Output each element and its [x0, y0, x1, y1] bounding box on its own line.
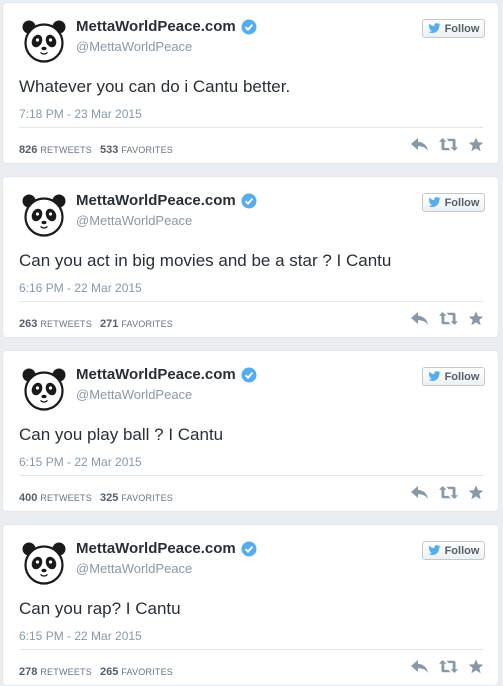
- retweet-count: 826: [19, 144, 38, 156]
- author-name-row: MettaWorldPeace.com: [76, 366, 257, 383]
- tweet-actions: [401, 659, 484, 674]
- favorite-stat[interactable]: 533 FAVORITES: [100, 140, 173, 158]
- favorite-count: 265: [99, 666, 119, 678]
- follow-label: Follow: [444, 196, 480, 209]
- tweet-feed: MettaWorldPeace.com @MettaWorldPeace Fol…: [0, 0, 503, 686]
- author-name[interactable]: MettaWorldPeace.com: [76, 366, 236, 383]
- tweet-actions: [401, 137, 484, 152]
- divider: [19, 127, 483, 128]
- panda-avatar-icon[interactable]: [20, 17, 68, 65]
- follow-button[interactable]: Follow: [422, 367, 485, 386]
- retweet-label: RETWEETS: [40, 493, 92, 503]
- follow-label: Follow: [444, 544, 480, 557]
- twitter-bird-icon: [427, 371, 441, 382]
- favorite-stat[interactable]: 265 FAVORITES: [100, 662, 173, 680]
- favorite-count: 271: [99, 318, 119, 330]
- retweet-label: RETWEETS: [40, 145, 92, 155]
- twitter-bird-icon: [427, 545, 441, 556]
- favorite-label: FAVORITES: [121, 145, 173, 155]
- follow-label: Follow: [444, 370, 480, 383]
- retweet-count: 400: [19, 492, 38, 504]
- retweet-label: RETWEETS: [40, 667, 92, 677]
- verified-badge-icon: [241, 541, 257, 556]
- tweet-card: MettaWorldPeace.com @MettaWorldPeace Fol…: [2, 176, 499, 338]
- twitter-bird-icon: [427, 23, 441, 34]
- author-handle[interactable]: @MettaWorldPeace: [76, 561, 192, 576]
- favorite-star-icon[interactable]: [468, 311, 484, 326]
- author-name[interactable]: MettaWorldPeace.com: [76, 18, 236, 35]
- tweet-timestamp[interactable]: 6:16 PM - 22 Mar 2015: [19, 281, 142, 295]
- reply-icon[interactable]: [410, 137, 429, 152]
- reply-icon[interactable]: [410, 311, 429, 326]
- tweet-card: MettaWorldPeace.com @MettaWorldPeace Fol…: [2, 524, 499, 686]
- divider: [19, 475, 483, 476]
- follow-button[interactable]: Follow: [422, 19, 485, 38]
- follow-button[interactable]: Follow: [422, 541, 485, 560]
- tweet-stats: 278 RETWEETS 265 FAVORITES: [19, 662, 173, 680]
- reply-icon[interactable]: [410, 485, 429, 500]
- author-handle[interactable]: @MettaWorldPeace: [76, 387, 192, 402]
- retweet-icon[interactable]: [438, 311, 459, 326]
- author-name-row: MettaWorldPeace.com: [76, 18, 257, 35]
- tweet-text: Can you rap? I Cantu: [19, 599, 181, 618]
- retweet-stat[interactable]: 826 RETWEETS: [19, 140, 92, 158]
- author-name-row: MettaWorldPeace.com: [76, 540, 257, 557]
- tweet-text: Can you play ball ? I Cantu: [19, 425, 224, 444]
- divider: [19, 649, 483, 650]
- retweet-icon[interactable]: [438, 485, 459, 500]
- verified-badge-icon: [241, 193, 257, 208]
- tweet-stats: 826 RETWEETS 533 FAVORITES: [19, 140, 173, 158]
- favorite-label: FAVORITES: [121, 667, 173, 677]
- tweet-timestamp[interactable]: 7:18 PM - 23 Mar 2015: [19, 107, 142, 121]
- favorite-stat[interactable]: 271 FAVORITES: [100, 314, 173, 332]
- tweet-timestamp[interactable]: 6:15 PM - 22 Mar 2015: [19, 629, 142, 643]
- author-name[interactable]: MettaWorldPeace.com: [76, 192, 236, 209]
- retweet-stat[interactable]: 400 RETWEETS: [19, 488, 92, 506]
- favorite-star-icon[interactable]: [468, 659, 484, 674]
- favorite-label: FAVORITES: [121, 319, 173, 329]
- panda-avatar-icon[interactable]: [20, 539, 68, 587]
- follow-label: Follow: [444, 22, 480, 35]
- follow-button[interactable]: Follow: [422, 193, 485, 212]
- favorite-count: 533: [99, 144, 119, 156]
- tweet-text: Can you act in big movies and be a star …: [19, 251, 392, 270]
- panda-avatar-icon[interactable]: [20, 365, 68, 413]
- author-handle[interactable]: @MettaWorldPeace: [76, 213, 192, 228]
- tweet-timestamp[interactable]: 6:15 PM - 22 Mar 2015: [19, 455, 142, 469]
- tweet-actions: [401, 485, 484, 500]
- retweet-icon[interactable]: [438, 137, 459, 152]
- verified-badge-icon: [241, 19, 257, 34]
- author-name[interactable]: MettaWorldPeace.com: [76, 540, 236, 557]
- retweet-count: 263: [19, 318, 38, 330]
- tweet-actions: [401, 311, 484, 326]
- favorite-stat[interactable]: 325 FAVORITES: [100, 488, 173, 506]
- author-handle[interactable]: @MettaWorldPeace: [76, 39, 192, 54]
- panda-avatar-icon[interactable]: [20, 191, 68, 239]
- retweet-count: 278: [19, 666, 38, 678]
- twitter-bird-icon: [427, 197, 441, 208]
- reply-icon[interactable]: [410, 659, 429, 674]
- tweet-card: MettaWorldPeace.com @MettaWorldPeace Fol…: [2, 350, 499, 512]
- divider: [19, 301, 483, 302]
- tweet-text: Whatever you can do i Cantu better.: [19, 77, 291, 96]
- tweet-card: MettaWorldPeace.com @MettaWorldPeace Fol…: [2, 2, 499, 164]
- tweet-stats: 400 RETWEETS 325 FAVORITES: [19, 488, 173, 506]
- author-name-row: MettaWorldPeace.com: [76, 192, 257, 209]
- favorite-star-icon[interactable]: [468, 137, 484, 152]
- favorite-count: 325: [99, 492, 119, 504]
- retweet-icon[interactable]: [438, 659, 459, 674]
- favorite-star-icon[interactable]: [468, 485, 484, 500]
- retweet-stat[interactable]: 278 RETWEETS: [19, 662, 92, 680]
- retweet-stat[interactable]: 263 RETWEETS: [19, 314, 92, 332]
- tweet-stats: 263 RETWEETS 271 FAVORITES: [19, 314, 173, 332]
- verified-badge-icon: [241, 367, 257, 382]
- retweet-label: RETWEETS: [40, 319, 92, 329]
- favorite-label: FAVORITES: [121, 493, 173, 503]
